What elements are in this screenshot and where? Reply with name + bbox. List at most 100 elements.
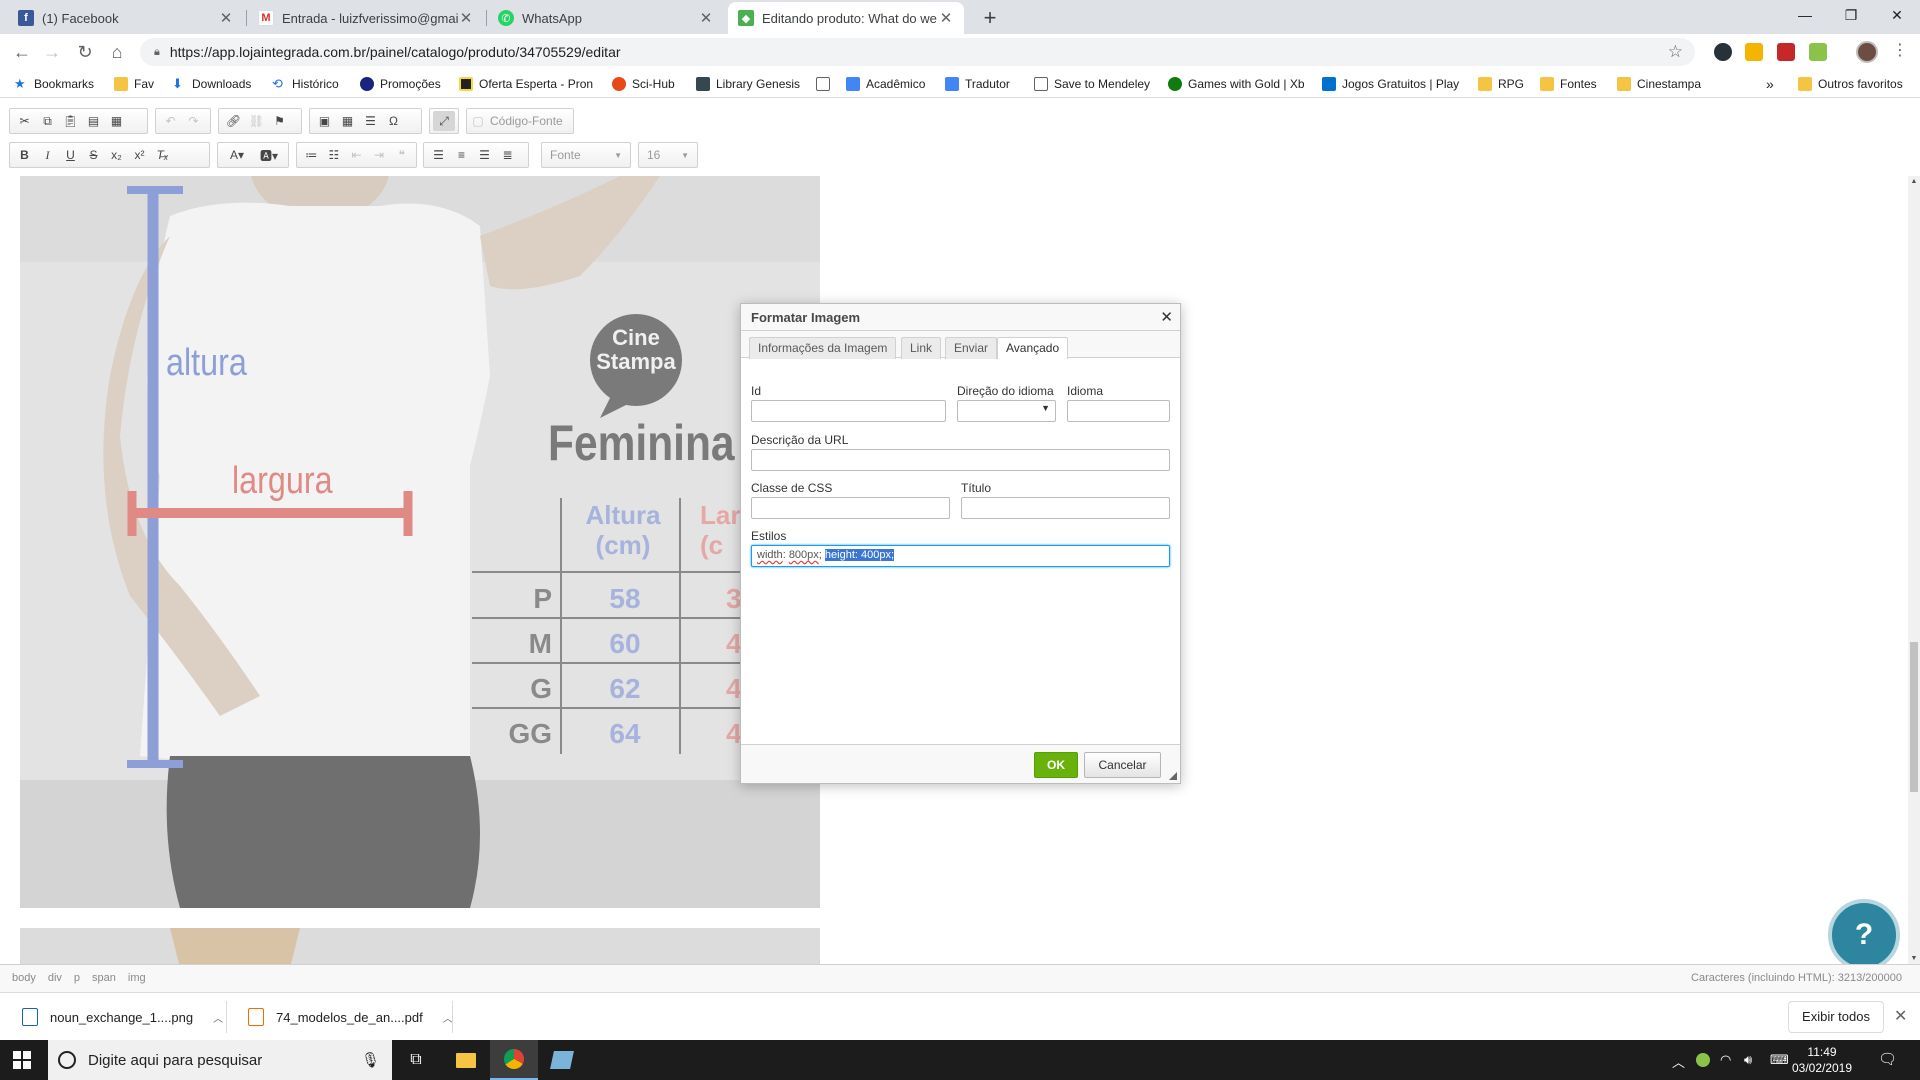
close-icon[interactable]: ✕ (698, 9, 714, 27)
copy-icon[interactable]: ⧉ (36, 111, 59, 131)
wifi-icon[interactable]: ◠ (1720, 1052, 1731, 1068)
bookmark-other-folder[interactable]: Outros favoritos (1798, 75, 1903, 93)
close-icon[interactable]: ✕ (218, 9, 234, 27)
dialog-title-bar[interactable]: Formatar Imagem ✕ (741, 304, 1180, 331)
path-item[interactable]: span (92, 972, 116, 984)
bookmark-item[interactable]: Library Genesis (696, 75, 800, 93)
avatar[interactable] (1856, 41, 1878, 63)
source-button[interactable]: ▢ Código-Fonte (466, 108, 574, 134)
task-view-icon[interactable]: ⧉ (392, 1040, 440, 1080)
remove-format-icon[interactable]: T̶ₓ (151, 145, 174, 165)
align-right-icon[interactable]: ☰ (473, 145, 496, 165)
close-icon[interactable]: ✕ (1160, 308, 1173, 326)
font-select[interactable]: Fonte ▼ (541, 142, 631, 168)
bg-color-icon[interactable]: 🅰︎▾ (253, 145, 285, 165)
indent-icon[interactable]: ⇥ (368, 145, 391, 165)
table-icon[interactable]: ▦ (336, 111, 359, 131)
restore-button[interactable]: ❐ (1828, 0, 1874, 30)
id-field[interactable] (751, 400, 946, 422)
bulleted-list-icon[interactable]: ☷ (323, 145, 346, 165)
justify-icon[interactable]: ≣ (496, 145, 519, 165)
horizontal-rule-icon[interactable]: ☰ (359, 111, 382, 131)
link-icon[interactable]: 🔗︎ (222, 111, 245, 131)
path-item[interactable]: div (48, 972, 62, 984)
italic-icon[interactable]: I (36, 145, 59, 165)
bold-icon[interactable]: B (13, 145, 36, 165)
close-icon[interactable]: ✕ (1894, 1006, 1907, 1026)
show-all-downloads-button[interactable]: Exibir todos (1788, 1001, 1884, 1033)
minimize-button[interactable]: — (1782, 0, 1828, 30)
file-explorer-icon[interactable] (442, 1040, 490, 1080)
numbered-list-icon[interactable]: ≔ (300, 145, 323, 165)
strikethrough-icon[interactable]: S (82, 145, 105, 165)
superscript-icon[interactable]: x² (128, 145, 151, 165)
path-item[interactable]: img (128, 972, 146, 984)
scroll-down-icon[interactable]: ▼ (1908, 955, 1920, 962)
tab-avancado[interactable]: Avançado (997, 337, 1069, 359)
download-item[interactable]: 74_modelos_de_an....pdf ︿ (248, 993, 453, 1041)
paste-icon[interactable]: 📋︎ (59, 111, 82, 131)
taskbar-search[interactable]: Digite aqui para pesquisar 🎙︎ (48, 1040, 392, 1080)
css-class-field[interactable] (751, 497, 950, 519)
styles-field[interactable]: width: 800px; height: 400px; (751, 545, 1170, 567)
close-icon[interactable]: ✕ (938, 9, 954, 27)
tray-app-icon[interactable] (1696, 1053, 1710, 1067)
reload-button[interactable]: ↻ (73, 40, 97, 64)
new-tab-button[interactable]: + (976, 4, 1004, 32)
bookmark-item[interactable]: Save to Mendeley (1034, 75, 1150, 93)
bookmark-item[interactable]: Tradutor (945, 75, 1010, 93)
special-char-icon[interactable]: Ω (382, 111, 405, 131)
microphone-icon[interactable]: 🎙︎ (361, 1051, 380, 1069)
resize-handle-icon[interactable] (1169, 772, 1177, 780)
subscript-icon[interactable]: x₂ (105, 145, 128, 165)
tab-enviar[interactable]: Enviar (945, 337, 998, 359)
path-item[interactable]: body (12, 972, 36, 984)
align-center-icon[interactable]: ≡ (450, 145, 473, 165)
bookmark-item[interactable]: Games with Gold | Xb (1168, 75, 1305, 93)
url-description-field[interactable] (751, 449, 1170, 471)
tab-whatsapp[interactable]: ✆ WhatsApp ✕ (488, 2, 724, 34)
bookmark-item[interactable] (816, 75, 836, 93)
tab-facebook[interactable]: f (1) Facebook ✕ (8, 2, 244, 34)
menu-icon[interactable]: ⋮ (1892, 40, 1908, 60)
image-icon[interactable]: ▣ (313, 111, 336, 131)
windows-start-icon[interactable] (13, 1051, 31, 1069)
help-chat-button[interactable]: ? (1828, 899, 1900, 971)
chevron-up-icon[interactable]: ︿ (1672, 1052, 1685, 1071)
ok-button[interactable]: OK (1034, 752, 1078, 778)
bookmark-item[interactable]: Fav (114, 75, 154, 93)
maximize-icon[interactable]: ⤢ (433, 111, 455, 131)
download-item[interactable]: noun_exchange_1....png ︿ (22, 993, 223, 1041)
align-left-icon[interactable]: ☰ (427, 145, 450, 165)
paste-word-icon[interactable]: ▦ (105, 111, 128, 131)
redo-icon[interactable]: ↷ (182, 111, 205, 131)
chevron-up-icon[interactable]: ︿ (213, 1010, 223, 1025)
notifications-icon[interactable]: 🗨︎ (1878, 1050, 1897, 1068)
bookmark-item[interactable]: ★ Bookmarks (14, 75, 94, 93)
cut-icon[interactable]: ✂ (13, 111, 36, 131)
bookmark-item[interactable]: RPG (1478, 75, 1524, 93)
bookmark-item[interactable]: Sci-Hub (612, 75, 675, 93)
outdent-icon[interactable]: ⇤ (345, 145, 368, 165)
tab-link[interactable]: Link (901, 337, 942, 359)
bookmarks-overflow-button[interactable]: » (1766, 75, 1774, 93)
bookmark-item[interactable]: Cinestampa (1617, 75, 1701, 93)
app-icon[interactable] (538, 1040, 586, 1080)
product-size-chart-image[interactable]: altura largura Cine Stampa Feminina Altu… (20, 176, 820, 908)
chrome-icon[interactable] (490, 1040, 538, 1080)
undo-icon[interactable]: ↶ (159, 111, 182, 131)
bookmark-item[interactable]: Acadêmico (846, 75, 925, 93)
cancel-button[interactable]: Cancelar (1084, 752, 1161, 778)
keyboard-icon[interactable]: ⌨ (1770, 1052, 1789, 1068)
volume-icon[interactable]: 🔊︎ (1744, 1052, 1752, 1068)
scroll-thumb[interactable] (1910, 642, 1918, 792)
bookmark-item[interactable]: ⬇ Downloads (172, 75, 251, 93)
bookmark-item[interactable]: Oferta Esperta - Pron (459, 75, 593, 93)
scroll-up-icon[interactable]: ▲ (1908, 178, 1920, 185)
bookmark-item[interactable]: Fontes (1540, 75, 1597, 93)
tab-gmail[interactable]: M Entrada - luizfverissimo@gmail.c ✕ (248, 2, 484, 34)
taskbar-clock[interactable]: 11:49 03/02/2019 (1790, 1044, 1854, 1076)
unlink-icon[interactable]: ⛓ (245, 111, 268, 131)
back-button[interactable]: ← (10, 40, 34, 64)
extension-icon[interactable] (1714, 43, 1732, 61)
